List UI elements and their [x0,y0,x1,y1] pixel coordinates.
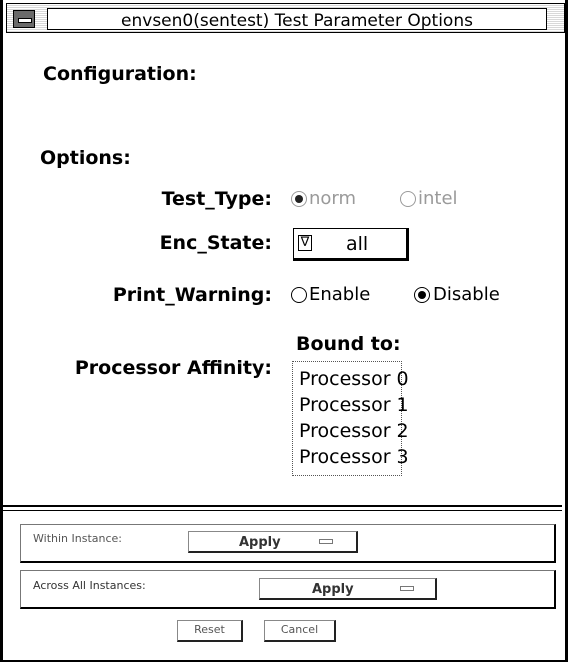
apply-label: Apply [239,535,281,550]
print-warning-enable-label: Enable [309,284,371,305]
title-box: envsen0(sentest) Test Parameter Options [47,8,547,31]
bound-to-label: Bound to: [296,333,401,355]
test-type-norm-radio[interactable] [291,191,307,207]
enc-state-dropdown[interactable]: ∇ all [293,228,409,261]
divider [3,505,562,507]
title-bar[interactable]: envsen0(sentest) Test Parameter Options [6,3,565,33]
list-item[interactable]: Processor 1 [299,394,409,416]
enc-state-label: Enc_State: [159,232,272,254]
across-instances-label: Across All Instances: [33,579,146,592]
across-instances-group: Across All Instances: Apply [20,570,556,609]
processor-list[interactable]: Processor 0 Processor 1 Processor 2 Proc… [292,361,409,476]
print-warning-disable-radio[interactable] [414,287,430,303]
print-warning-disable-label: Disable [433,284,500,305]
list-item[interactable]: Processor 3 [299,446,409,468]
reset-button[interactable]: Reset [177,620,243,642]
options-heading: Options: [40,147,131,169]
test-type-norm-label: norm [309,188,357,209]
test-type-label: Test_Type: [161,188,272,210]
within-instance-label: Within Instance: [33,532,122,545]
processor-affinity-label: Processor Affinity: [74,357,272,379]
window-menu-icon[interactable] [13,10,35,28]
test-type-intel-label: intel [418,188,458,209]
window-title: envsen0(sentest) Test Parameter Options [121,11,473,31]
menu-indicator-icon [319,539,333,544]
print-warning-enable-radio[interactable] [291,287,307,303]
within-instance-apply-button[interactable]: Apply [188,531,358,553]
list-item[interactable]: Processor 2 [299,420,409,442]
divider [3,510,562,511]
test-type-intel-radio[interactable] [400,191,416,207]
enc-state-value: all [346,233,369,255]
configuration-heading: Configuration: [43,63,197,85]
cancel-button[interactable]: Cancel [264,620,336,642]
apply-label: Apply [312,582,354,597]
menu-indicator-icon [400,586,414,591]
within-instance-group: Within Instance: Apply [20,524,556,563]
list-item[interactable]: Processor 0 [299,368,409,390]
dropdown-arrow-icon: ∇ [298,235,312,251]
across-instances-apply-button[interactable]: Apply [259,578,437,600]
print-warning-label: Print_Warning: [112,284,272,306]
